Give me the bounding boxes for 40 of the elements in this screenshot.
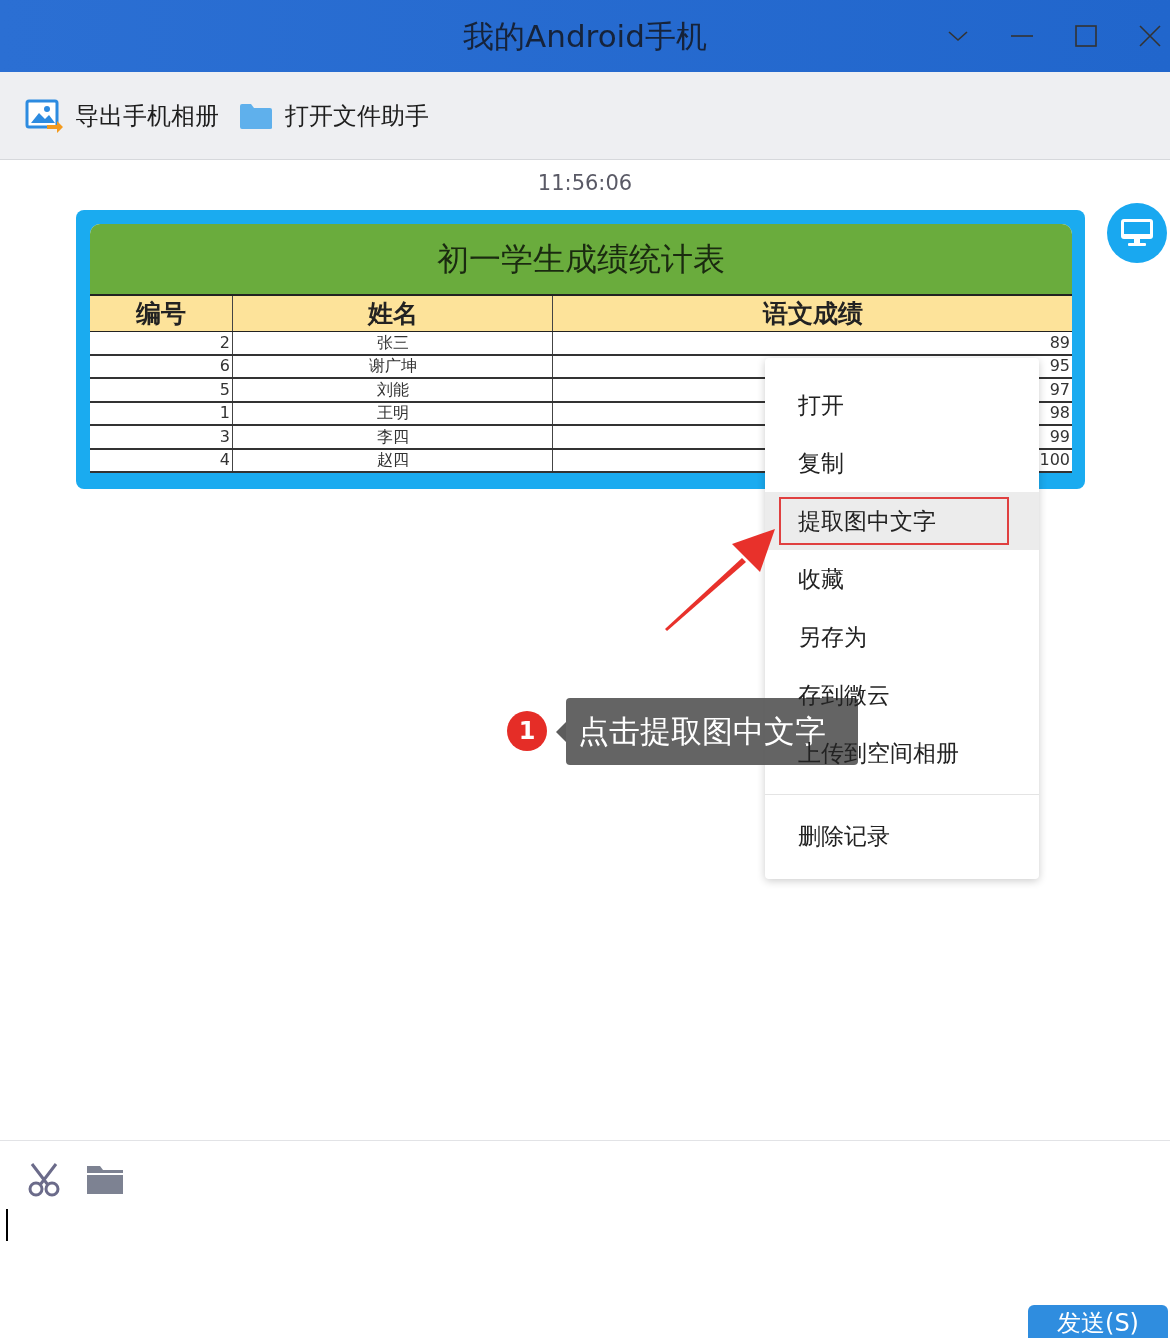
scissors-icon[interactable] — [26, 1161, 62, 1197]
column-header: 编号 — [90, 296, 233, 331]
table-cell: 6 — [90, 355, 233, 377]
toolbar-button[interactable]: 导出手机相册 — [25, 90, 219, 141]
table-cell: 王明 — [233, 402, 553, 424]
table-cell: 1 — [90, 402, 233, 424]
table-cell: 99 — [1049, 426, 1070, 447]
menu-item[interactable]: 复制 — [765, 434, 1039, 492]
table-cell: 谢广坤 — [233, 355, 553, 377]
table-cell: 张三 — [233, 332, 553, 354]
maximize-icon[interactable] — [1074, 24, 1098, 48]
menu-item[interactable]: 收藏 — [765, 550, 1039, 608]
table-cell: 刘能 — [233, 379, 553, 401]
folder-icon[interactable] — [86, 1163, 124, 1195]
menu-item[interactable]: 另存为 — [765, 608, 1039, 666]
table-title: 初一学生成绩统计表 — [90, 224, 1072, 296]
table-cell: 李四 — [233, 426, 553, 448]
send-button[interactable]: 发送(S) — [1028, 1305, 1168, 1338]
table-cell: 4 — [90, 449, 233, 471]
table-cell: 5 — [90, 379, 233, 401]
window-title: 我的Android手机 — [463, 16, 707, 56]
menu-item[interactable]: 提取图中文字 — [765, 492, 1039, 550]
menu-item[interactable]: 打开 — [765, 376, 1039, 434]
table-cell: 2 — [90, 332, 233, 354]
table-cell: 100 — [1039, 450, 1070, 471]
step-badge: 1 — [507, 711, 547, 751]
column-header: 语文成绩 — [761, 297, 864, 330]
folder-icon — [239, 101, 273, 130]
table-cell: 95 — [1049, 356, 1070, 377]
table-cell: 98 — [1049, 403, 1070, 424]
table-cell: 97 — [1049, 379, 1070, 400]
close-icon[interactable] — [1138, 24, 1162, 48]
column-header: 姓名 — [233, 296, 553, 331]
table-cell: 89 — [1049, 332, 1070, 353]
menu-item[interactable]: 删除记录 — [765, 807, 1039, 865]
toolbar-button[interactable]: 打开文件助手 — [239, 90, 429, 141]
computer-icon — [1120, 218, 1154, 248]
message-timestamp: 11:56:06 — [537, 170, 633, 196]
table-cell: 赵四 — [233, 449, 553, 471]
table-cell: 3 — [90, 426, 233, 448]
